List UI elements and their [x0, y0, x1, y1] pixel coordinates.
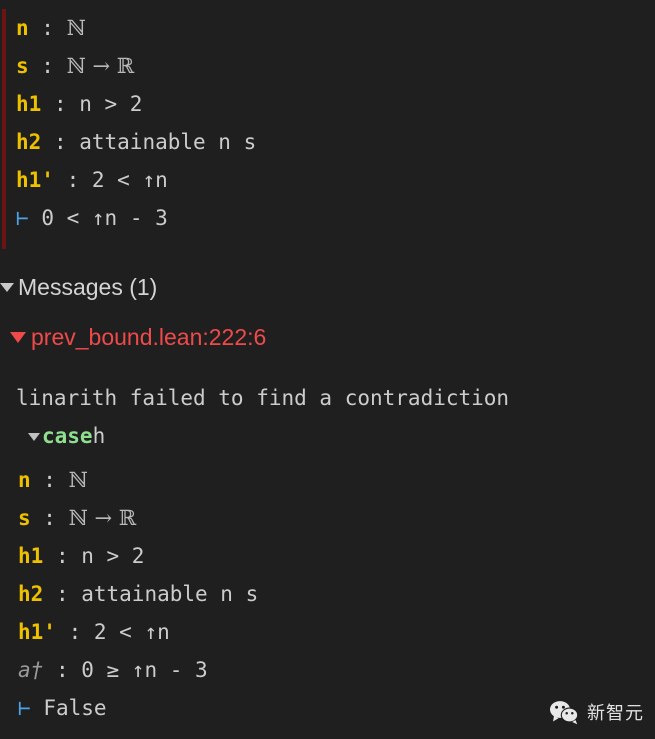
- error-file-location[interactable]: prev_bound.lean:222:6: [31, 324, 266, 351]
- hypothesis-type: ℕ → ℝ: [68, 506, 137, 530]
- hypothesis-line: h1 : n > 2: [16, 85, 655, 123]
- hypothesis-line: s : ℕ → ℝ: [18, 499, 655, 537]
- hypothesis-name: n: [18, 468, 31, 492]
- hypothesis-separator: :: [43, 582, 82, 606]
- hypothesis-separator: :: [53, 168, 92, 192]
- hypothesis-line: h1 : n > 2: [18, 537, 655, 575]
- hypothesis-separator: :: [30, 506, 69, 530]
- messages-header-label: Messages (1): [18, 274, 158, 300]
- hypothesis-type: attainable n s: [79, 130, 257, 154]
- chevron-down-icon[interactable]: [28, 433, 40, 441]
- main-goal-block: n : ℕ s : ℕ → ℝ h1 : n > 2 h2 : attainab…: [0, 9, 655, 237]
- hypothesis-name: s: [18, 506, 31, 530]
- hypothesis-type: 2 < ↑n: [91, 168, 168, 192]
- hypothesis-name: a†: [18, 658, 44, 682]
- messages-section-header[interactable]: Messages (1): [0, 274, 157, 301]
- hypothesis-type: ℕ → ℝ: [66, 54, 135, 78]
- error-location-row[interactable]: prev_bound.lean:222:6: [10, 324, 266, 351]
- hypothesis-separator: :: [30, 468, 69, 492]
- hypothesis-type: ℕ: [68, 468, 88, 492]
- hypothesis-name: h1': [18, 620, 56, 644]
- hypothesis-type: n > 2: [79, 92, 143, 116]
- hypothesis-separator: :: [41, 130, 80, 154]
- hypothesis-type: 2 < ↑n: [93, 620, 170, 644]
- hypothesis-name: n: [16, 16, 29, 40]
- turnstile-icon: ⊢: [18, 696, 31, 720]
- goal-statement: 0 < ↑n - 3: [41, 206, 168, 230]
- hypothesis-line: h1' : 2 < ↑n: [18, 613, 655, 651]
- hypothesis-separator: :: [28, 16, 67, 40]
- chevron-down-icon[interactable]: [0, 283, 14, 292]
- hypothesis-line: h2 : attainable n s: [16, 123, 655, 161]
- hypothesis-type: n > 2: [81, 544, 145, 568]
- hypothesis-name: h1: [16, 92, 42, 116]
- goal-line: ⊢ 0 < ↑n - 3: [16, 199, 655, 237]
- case-keyword: case: [42, 424, 93, 448]
- hypothesis-separator: :: [43, 658, 82, 682]
- wechat-icon: [549, 700, 579, 725]
- chevron-down-icon[interactable]: [10, 332, 26, 343]
- hypothesis-line: n : ℕ: [16, 9, 655, 47]
- case-context-block: n : ℕ s : ℕ → ℝ h1 : n > 2 h2 : attainab…: [0, 455, 655, 727]
- hypothesis-line: n : ℕ: [18, 461, 655, 499]
- watermark: 新智元: [549, 699, 644, 725]
- hypothesis-line: s : ℕ → ℝ: [16, 47, 655, 85]
- hypothesis-name: s: [16, 54, 29, 78]
- case-header-row[interactable]: case h: [0, 417, 655, 455]
- hypothesis-line: h1' : 2 < ↑n: [16, 161, 655, 199]
- hypothesis-name: h2: [16, 130, 42, 154]
- hypothesis-separator: :: [41, 92, 80, 116]
- hypothesis-type: 0 ≥ ↑n - 3: [81, 658, 208, 682]
- case-label: h: [92, 424, 106, 448]
- turnstile-icon: ⊢: [16, 206, 29, 230]
- hypothesis-name: h1: [18, 544, 44, 568]
- hypothesis-line: a† : 0 ≥ ↑n - 3: [18, 651, 655, 689]
- hypothesis-name: h1': [16, 168, 54, 192]
- goal-statement: False: [43, 696, 107, 720]
- error-summary: linarith failed to find a contradiction: [16, 386, 510, 410]
- hypothesis-type: ℕ: [66, 16, 86, 40]
- hypothesis-separator: :: [55, 620, 94, 644]
- hypothesis-separator: :: [43, 544, 82, 568]
- watermark-label: 新智元: [587, 703, 644, 723]
- hypothesis-separator: :: [28, 54, 67, 78]
- hypothesis-line: h2 : attainable n s: [18, 575, 655, 613]
- hypothesis-type: attainable n s: [81, 582, 259, 606]
- error-message-body: linarith failed to find a contradiction …: [0, 379, 655, 727]
- hypothesis-name: h2: [18, 582, 44, 606]
